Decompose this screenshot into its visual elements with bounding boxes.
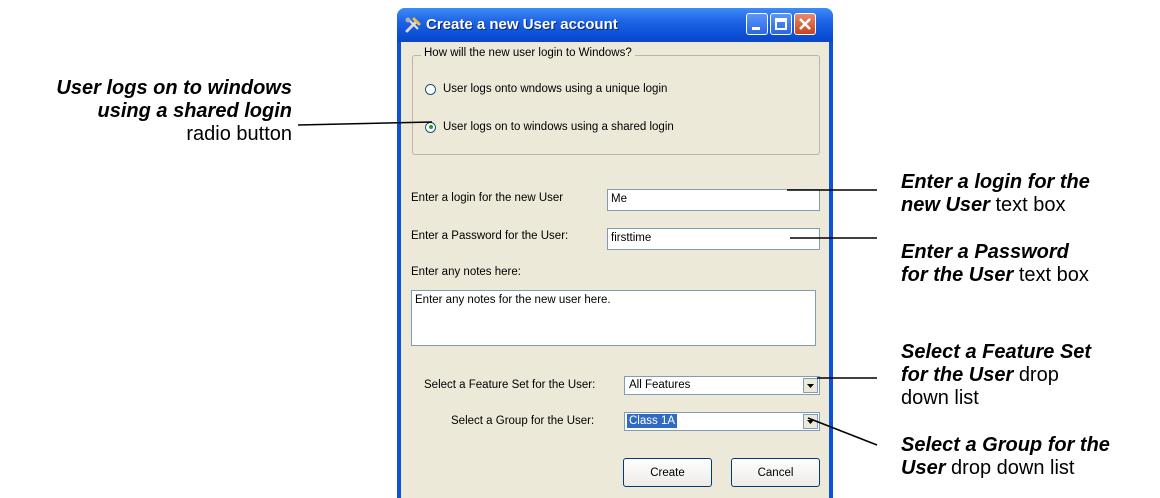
callout-password-box: Enter a Password for the User text box — [901, 241, 1089, 287]
feature-set-label: Select a Feature Set for the User: — [424, 379, 596, 391]
callout-feature-set: Select a Feature Set for the User drop d… — [901, 341, 1091, 410]
callout-group-line1: Select a Group for the — [901, 434, 1110, 456]
callout-shared-login-line2: using a shared login — [97, 100, 292, 122]
title-bar[interactable]: Create a new User account — [397, 8, 833, 42]
minimize-icon — [752, 27, 760, 30]
dialog-client-area: How will the new user login to Windows? … — [401, 42, 829, 498]
radio-unique-dot[interactable] — [425, 83, 436, 95]
callout-group: Select a Group for the User drop down li… — [901, 434, 1110, 480]
callout-feature-plain3: down list — [901, 387, 979, 409]
login-type-group — [412, 55, 820, 155]
callout-shared-login: User logs on to windows using a shared l… — [6, 77, 292, 146]
group-value: Class 1A — [627, 414, 678, 428]
radio-unique-label: User logs onto wndows using a unique log… — [443, 83, 668, 95]
callout-login-line1: Enter a login for the — [901, 171, 1090, 193]
minimize-button[interactable] — [746, 13, 768, 35]
notes-textarea[interactable]: Enter any notes for the new user here. — [411, 290, 816, 346]
group-label: Select a Group for the User: — [451, 415, 595, 427]
password-input[interactable]: firsttime — [607, 228, 820, 250]
feature-set-select[interactable]: All Features — [624, 376, 820, 395]
feature-set-value: All Features — [629, 379, 691, 391]
callout-group-plain: drop down list — [951, 457, 1075, 479]
create-user-dialog: Create a new User account How will the n… — [397, 8, 833, 498]
callout-feature-plain2: drop — [1018, 364, 1059, 386]
callout-password-line2: for the User — [901, 264, 1014, 286]
callout-password-line1: Enter a Password — [901, 241, 1069, 263]
callout-login-plain: text box — [995, 194, 1066, 216]
login-type-legend: How will the new user login to Windows? — [421, 47, 635, 59]
feature-set-dropdown-button[interactable] — [803, 378, 818, 393]
callout-shared-login-plain: radio button — [186, 123, 292, 145]
notes-label: Enter any notes here: — [411, 266, 521, 278]
chevron-down-icon — [807, 420, 814, 424]
radio-shared-dot[interactable] — [425, 121, 436, 133]
login-input[interactable]: Me — [607, 189, 820, 211]
close-button[interactable] — [794, 13, 816, 35]
radio-shared-login[interactable]: User logs on to windows using a shared l… — [425, 121, 674, 133]
callout-password-plain: text box — [1018, 264, 1089, 286]
chevron-down-icon — [807, 384, 814, 388]
callout-login-line2: new User — [901, 194, 990, 216]
callout-feature-line1: Select a Feature Set — [901, 341, 1092, 363]
maximize-icon — [775, 18, 787, 30]
password-label: Enter a Password for the User: — [411, 230, 569, 242]
window-title: Create a new User account — [426, 16, 618, 33]
radio-unique-login[interactable]: User logs onto wndows using a unique log… — [425, 83, 667, 95]
group-dropdown-button[interactable] — [803, 414, 818, 429]
cancel-button[interactable]: Cancel — [731, 458, 820, 487]
callout-group-line2: User — [901, 457, 946, 479]
login-label: Enter a login for the new User — [411, 192, 564, 204]
maximize-button[interactable] — [770, 13, 792, 35]
callout-shared-login-line1: User logs on to windows — [56, 77, 292, 99]
tools-icon — [405, 17, 421, 33]
create-button[interactable]: Create — [623, 458, 712, 487]
radio-shared-label: User logs on to windows using a shared l… — [443, 121, 674, 133]
close-icon — [799, 18, 811, 30]
callout-feature-line2: for the User — [901, 364, 1014, 386]
group-select[interactable]: Class 1A — [624, 412, 820, 431]
callout-login-box: Enter a login for the new User text box — [901, 171, 1090, 217]
